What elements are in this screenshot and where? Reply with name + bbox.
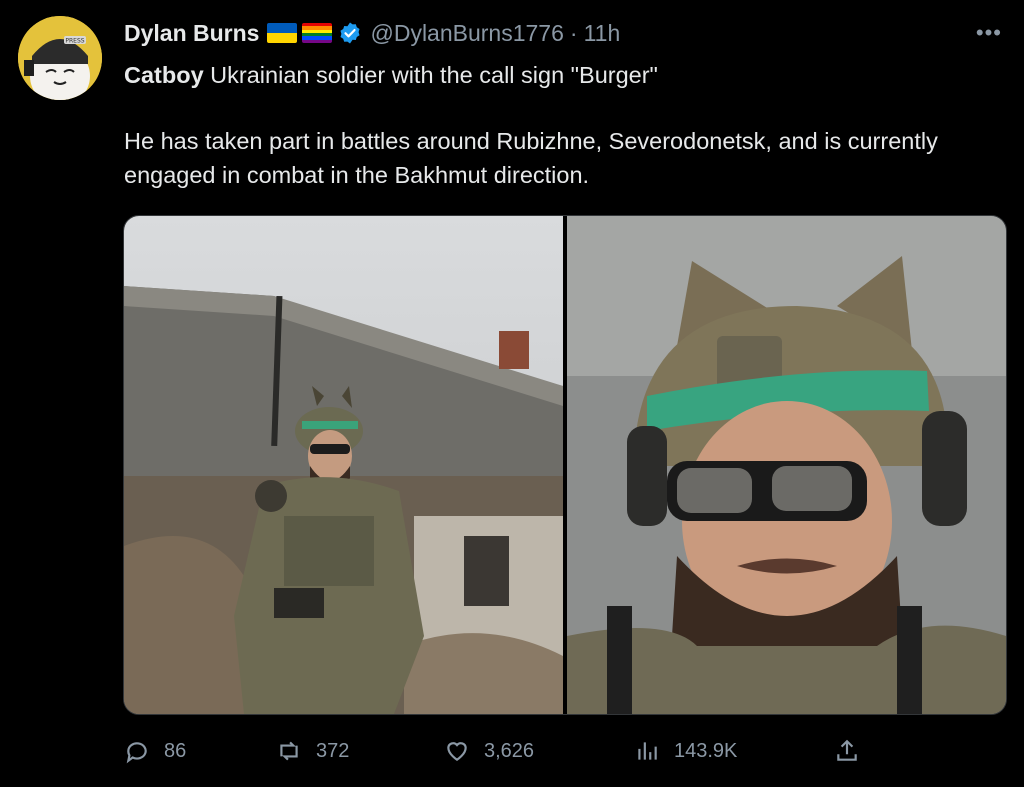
like-count: 3,626	[484, 739, 535, 762]
action-bar: 86 372 3,626 143.9K	[124, 733, 864, 769]
views-icon	[638, 742, 657, 760]
timestamp[interactable]: 11h	[584, 20, 621, 47]
more-options-icon[interactable]: •••	[976, 20, 1002, 46]
reply-button[interactable]: 86	[124, 738, 186, 764]
tweet[interactable]: PRESS Dylan Burns @DylanBurns1776 · 11h …	[0, 0, 1024, 787]
author-name[interactable]: Dylan Burns	[124, 20, 259, 47]
share-button[interactable]	[834, 738, 860, 764]
tweet-text-bold: Catboy	[124, 62, 204, 88]
retweet-count: 372	[316, 739, 350, 762]
verified-badge-icon	[340, 22, 360, 44]
retweet-button[interactable]: 372	[276, 738, 349, 764]
separator-dot: ·	[569, 19, 578, 46]
author-handle[interactable]: @DylanBurns1776	[370, 20, 563, 47]
photo-soldier-full-body[interactable]	[124, 216, 563, 714]
tweet-header: Dylan Burns @DylanBurns1776 · 11h	[124, 18, 620, 48]
ukraine-flag-icon	[267, 23, 298, 43]
like-button[interactable]: 3,626	[444, 738, 534, 764]
views-button[interactable]: 143.9K	[634, 738, 737, 764]
photo-soldier-closeup[interactable]	[567, 216, 1006, 714]
tweet-text-line1: Ukrainian soldier with the call sign "Bu…	[203, 62, 658, 88]
reply-icon	[126, 742, 147, 764]
tweet-media[interactable]	[123, 215, 1007, 715]
rainbow-flag-icon	[302, 23, 333, 43]
share-icon	[837, 739, 857, 761]
retweet-icon	[280, 741, 298, 761]
avatar-press-text: PRESS	[65, 38, 84, 45]
heart-icon	[447, 742, 467, 761]
tweet-text-line2: He has taken part in battles around Rubi…	[124, 128, 938, 188]
view-count: 143.9K	[674, 739, 738, 762]
avatar[interactable]: PRESS	[18, 16, 102, 100]
reply-count: 86	[164, 739, 187, 762]
tweet-text: Catboy Ukrainian soldier with the call s…	[124, 58, 984, 192]
